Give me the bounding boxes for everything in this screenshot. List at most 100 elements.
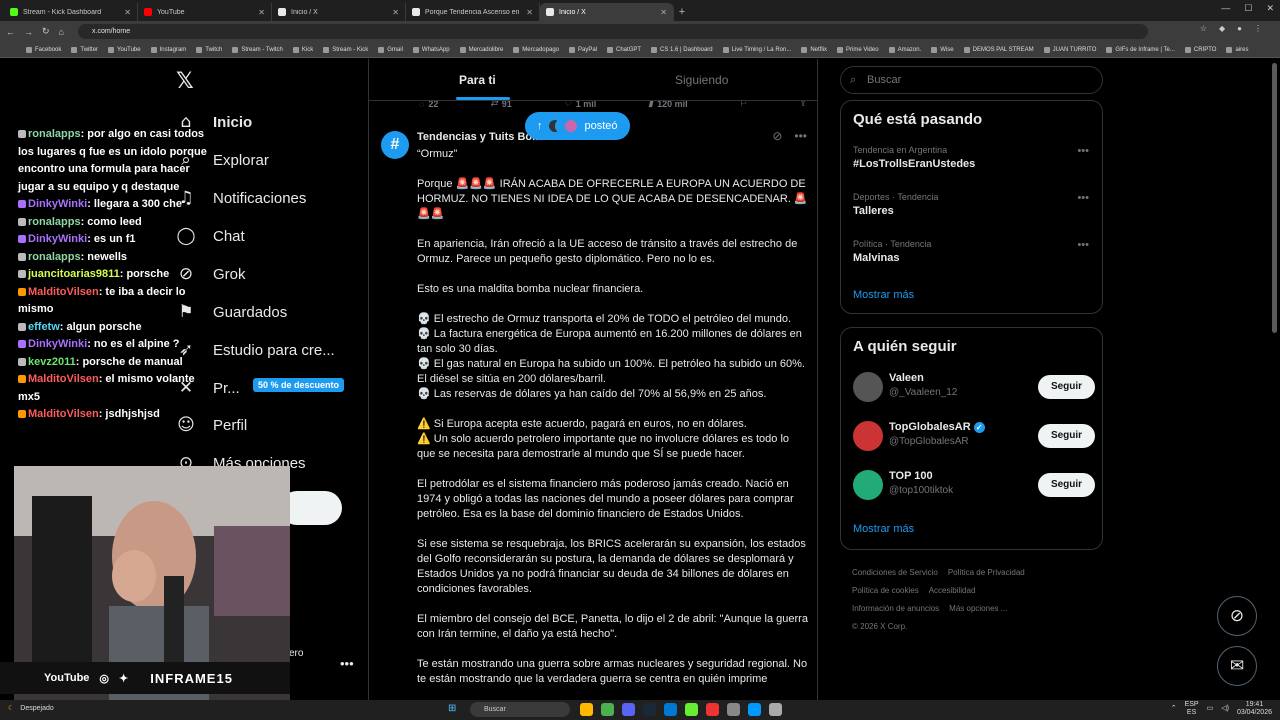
trend-more-icon[interactable]: ••• xyxy=(1077,145,1089,157)
system-tray[interactable]: ⌃ ESP ES ▭ ◁) 19:41 03/04/2026 xyxy=(1171,701,1272,717)
bookmark-item[interactable]: GIFs de Inframe | Te... xyxy=(1106,46,1175,53)
chat-username[interactable]: juancitoarias9811 xyxy=(28,268,120,280)
tab-close-icon[interactable]: ✕ xyxy=(526,8,533,17)
discord-icon[interactable] xyxy=(622,703,635,716)
clock[interactable]: 19:41 03/04/2026 xyxy=(1237,701,1272,717)
tab-close-icon[interactable]: ✕ xyxy=(660,8,667,17)
bookmark-item[interactable]: Prime Video xyxy=(837,46,879,53)
follow-button[interactable]: Seguir xyxy=(1038,424,1095,448)
grok-fab-icon[interactable]: ⊘ xyxy=(1217,596,1257,636)
bookmark-item[interactable]: PayPal xyxy=(569,46,597,53)
app-icon[interactable] xyxy=(727,703,740,716)
taskbar-search[interactable]: Buscar xyxy=(470,702,570,717)
tab-close-icon[interactable]: ✕ xyxy=(258,8,265,17)
weather-widget[interactable]: ☾ Despejado xyxy=(8,704,54,713)
x-logo-icon[interactable]: 𝕏 xyxy=(176,69,194,94)
browser-tab[interactable]: Inicio / X ✕ xyxy=(272,3,406,21)
tab-close-icon[interactable]: ✕ xyxy=(392,8,399,17)
avatar[interactable] xyxy=(853,470,883,500)
trend-item[interactable]: Política · Tendencia Malvinas ••• xyxy=(853,239,1093,264)
bookmark-item[interactable]: CRIPTO xyxy=(1184,46,1216,53)
reload-icon[interactable]: ↻ xyxy=(42,26,50,37)
bookmark-item[interactable]: ChatGPT xyxy=(607,46,641,53)
bookmark-item[interactable]: Facebook xyxy=(26,46,61,53)
tab-for-you[interactable]: Para ti xyxy=(459,73,496,87)
chat-username[interactable]: kevz2011 xyxy=(28,356,76,368)
follow-suggestion[interactable]: TopGlobalesAR ✓ @TopGlobalesAR Seguir xyxy=(853,419,1095,455)
bookmark-item[interactable]: Instagram xyxy=(150,46,186,53)
bookmark-item[interactable]: Gmail xyxy=(378,46,403,53)
browser-tab[interactable]: Inicio / X ✕ xyxy=(540,3,674,21)
footer-link[interactable]: Más opciones ... xyxy=(949,604,1007,613)
author-name[interactable]: Tendencias y Tuits Bo... xyxy=(417,131,541,143)
bookmark-item[interactable]: Stream - Kick xyxy=(323,46,368,53)
follow-suggestion[interactable]: TOP 100 @top100tiktok Seguir xyxy=(853,468,1095,504)
window-controls[interactable]: — ☐ ✕ xyxy=(1221,3,1274,14)
bookmark-item[interactable]: YouTube xyxy=(108,46,141,53)
search-input[interactable]: ⌕ Buscar xyxy=(840,66,1103,94)
browser-tab[interactable]: YouTube ✕ xyxy=(138,3,272,21)
bookmark-item[interactable]: DEMOS PAL STREAM xyxy=(963,46,1034,53)
bookmark-item[interactable]: JUAN TURRITO xyxy=(1043,46,1096,53)
chat-username[interactable]: ronalapps xyxy=(28,216,81,228)
volume-icon[interactable]: ◁) xyxy=(1221,705,1229,713)
account-more-icon[interactable]: ••• xyxy=(340,656,354,671)
account-name-fragment[interactable]: ero xyxy=(289,648,303,659)
footer-link[interactable]: Condiciones de Servicio xyxy=(852,568,938,577)
bookmark-item[interactable]: Twitter xyxy=(71,46,98,53)
who-show-more[interactable]: Mostrar más xyxy=(853,523,914,535)
trend-item[interactable]: Tendencia en Argentina #LosTrollsEranUste… xyxy=(853,145,1093,170)
app-icon[interactable] xyxy=(769,703,782,716)
chat-username[interactable]: DinkyWinki xyxy=(28,198,87,210)
file-explorer-icon[interactable] xyxy=(580,703,593,716)
bookmark-item[interactable]: Live Timing / La Ron... xyxy=(722,46,791,53)
trends-show-more[interactable]: Mostrar más xyxy=(853,289,914,301)
home-browser-icon[interactable]: ⌂ xyxy=(59,27,64,37)
app-icon[interactable] xyxy=(748,703,761,716)
minimize-icon[interactable]: — xyxy=(1221,3,1230,14)
chat-username[interactable]: DinkyWinki xyxy=(28,338,87,350)
bookmark-item[interactable]: CS 1.6 | Dashboard xyxy=(651,46,713,53)
chat-username[interactable]: ronalapps xyxy=(28,251,81,263)
avatar[interactable] xyxy=(853,421,883,451)
new-posts-pill[interactable]: ↑ posteó xyxy=(525,112,630,140)
tab-following[interactable]: Siguiendo xyxy=(675,73,728,87)
post-more-icon[interactable]: ••• xyxy=(794,129,807,143)
chat-username[interactable]: DinkyWinki xyxy=(28,233,87,245)
edge-icon[interactable] xyxy=(664,703,677,716)
follow-button[interactable]: Seguir xyxy=(1038,473,1095,497)
trend-more-icon[interactable]: ••• xyxy=(1077,239,1089,251)
back-icon[interactable]: ← xyxy=(6,27,15,37)
bookmark-item[interactable]: Amazon. xyxy=(888,46,921,53)
trend-item[interactable]: Deportes · Tendencia Talleres ••• xyxy=(853,192,1093,217)
chat-username[interactable]: MalditoVilsen xyxy=(28,408,99,420)
footer-link[interactable]: Política de cookies xyxy=(852,586,919,595)
forward-icon[interactable]: → xyxy=(24,27,33,37)
windows-start-icon[interactable]: ⊞ xyxy=(448,703,456,714)
new-tab-icon[interactable]: + xyxy=(674,3,690,21)
bookmark-item[interactable]: Kick xyxy=(292,46,313,53)
chat-username[interactable]: effetw xyxy=(28,321,60,333)
bookmark-item[interactable]: WhatsApp xyxy=(412,46,450,53)
profile-icon[interactable]: ● xyxy=(1237,24,1242,33)
bookmark-item[interactable]: Mercadolibre xyxy=(459,46,503,53)
follow-button[interactable]: Seguir xyxy=(1038,375,1095,399)
chevron-up-icon[interactable]: ⌃ xyxy=(1171,705,1177,713)
tab-close-icon[interactable]: ✕ xyxy=(124,8,131,17)
messages-fab-icon[interactable]: ✉ xyxy=(1217,646,1257,686)
maximize-icon[interactable]: ☐ xyxy=(1244,3,1252,14)
footer-link[interactable]: Información de anuncios xyxy=(852,604,939,613)
chat-username[interactable]: MalditoVilsen xyxy=(28,286,99,298)
obs-icon[interactable] xyxy=(706,703,719,716)
browser-tab[interactable]: Porque Tendencia Ascenso en ... ✕ xyxy=(406,3,540,21)
menu-icon[interactable]: ⋮ xyxy=(1254,24,1262,33)
chat-username[interactable]: ronalapps xyxy=(28,128,81,140)
address-bar[interactable]: x.com/home xyxy=(78,24,1148,39)
language-indicator[interactable]: ESP ES xyxy=(1185,701,1199,717)
chat-username[interactable]: MalditoVilsen xyxy=(28,373,99,385)
bookmark-item[interactable]: Wise xyxy=(931,46,954,53)
page-scrollbar[interactable] xyxy=(1272,63,1277,333)
footer-link[interactable]: Accesibilidad xyxy=(929,586,976,595)
star-icon[interactable]: ☆ xyxy=(1200,24,1207,33)
close-window-icon[interactable]: ✕ xyxy=(1266,3,1274,14)
